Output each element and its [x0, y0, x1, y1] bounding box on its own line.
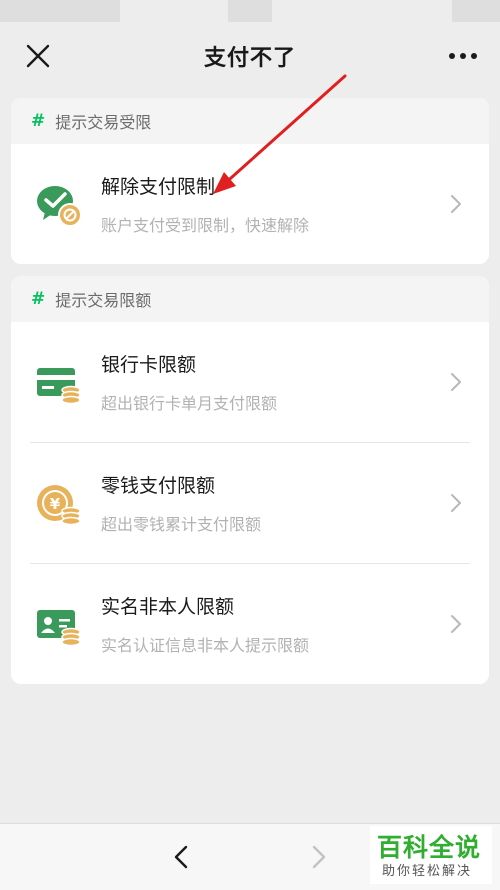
- item-subtitle: 实名认证信息非本人提示限额: [101, 636, 310, 655]
- watermark-logo: 百科全说 助你轻松解决: [370, 826, 492, 884]
- item-subtitle: 超出银行卡单月支付限额: [101, 394, 278, 413]
- blurred-status-left: [0, 0, 120, 22]
- page-title: 支付不了: [203, 46, 296, 71]
- item-subtitle: 超出零钱累计支付限额: [101, 515, 262, 534]
- item-title: 零钱支付限额: [101, 475, 216, 497]
- more-options-icon[interactable]: [446, 44, 480, 68]
- item-subtitle: 账户支付受到限制，快速解除: [101, 216, 310, 235]
- item-title: 解除支付限制: [101, 176, 216, 198]
- list-item-lift-payment-restriction[interactable]: 解除支付限制 账户支付受到限制，快速解除: [11, 144, 489, 264]
- section-label: 提示交易受限: [55, 113, 152, 132]
- blurred-status-center: [228, 0, 272, 22]
- chevron-right-icon: [451, 373, 461, 391]
- chevron-right-icon: [451, 195, 461, 213]
- id-card-icon: [37, 610, 81, 647]
- item-title: 实名非本人限额: [101, 596, 235, 618]
- bank-card-icon: [37, 368, 81, 405]
- hash-icon: #: [31, 289, 46, 309]
- back-arrow-icon[interactable]: [170, 844, 194, 870]
- watermark-title: 百科全说: [377, 833, 482, 862]
- watermark-slogan: 助你轻松解决: [382, 864, 473, 879]
- section-header: # 提示交易限额: [11, 276, 489, 322]
- chevron-right-icon: [451, 494, 461, 512]
- section-label: 提示交易限额: [55, 291, 152, 310]
- navigation-bar: 支付不了: [0, 24, 500, 88]
- section-transaction-restricted: # 提示交易受限 解除支付限制 账户支付受到限制，快速解除: [11, 98, 489, 264]
- blurred-status-right: [452, 0, 500, 22]
- list-item-bank-card-limit[interactable]: 银行卡限额 超出银行卡单月支付限额: [11, 322, 489, 442]
- change-wallet-icon: ¥: [37, 485, 81, 526]
- list-item-change-payment-limit[interactable]: ¥ 零钱支付限额 超出零钱累计支付限额: [11, 443, 489, 563]
- forward-arrow-icon[interactable]: [306, 844, 330, 870]
- status-bar: [0, 0, 500, 24]
- svg-text:¥: ¥: [50, 495, 61, 513]
- chevron-right-icon: [451, 615, 461, 633]
- list-item-real-name-limit[interactable]: 实名非本人限额 实名认证信息非本人提示限额: [11, 564, 489, 684]
- hash-icon: #: [31, 111, 46, 131]
- item-title: 银行卡限额: [101, 354, 197, 376]
- section-header: # 提示交易受限: [11, 98, 489, 144]
- wechat-pay-restricted-icon: [37, 186, 82, 227]
- section-transaction-limit: # 提示交易限额 银行卡限额 超出银行卡单月支付限额 ¥ 零钱支付限额 超出零钱…: [11, 276, 489, 684]
